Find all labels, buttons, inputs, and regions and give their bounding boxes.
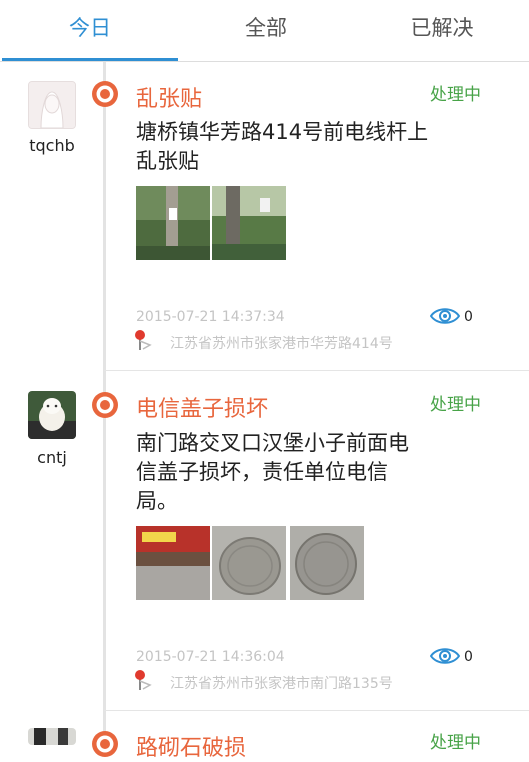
status-badge: 处理中: [430, 85, 481, 105]
report-photo[interactable]: [212, 186, 286, 260]
photo-thumbnail: [212, 526, 286, 600]
photo-thumbnail: [290, 526, 364, 600]
user-avatar-image: [28, 728, 76, 745]
card-divider: [104, 710, 529, 711]
avatar[interactable]: [28, 391, 76, 439]
report-address: 江苏省苏州市张家港市华芳路414号: [170, 336, 393, 352]
report-time: 2015-07-21 14:37:34: [136, 309, 285, 325]
report-photo[interactable]: [136, 526, 210, 600]
camera-category-icon: [92, 731, 118, 757]
location-pin-icon: [135, 330, 152, 350]
view-count: 0: [464, 649, 473, 665]
username: cntj: [37, 448, 67, 467]
report-title[interactable]: 乱张贴: [136, 81, 202, 113]
tab-resolved[interactable]: 已解决: [354, 0, 529, 58]
photo-thumbnail: [212, 186, 286, 260]
report-description: 南门路交叉口汉堡小子前面电信盖子损坏，责任单位电信局。: [136, 431, 409, 513]
report-time: 2015-07-21 14:36:04: [136, 649, 285, 665]
report-title[interactable]: 路砌石破损: [136, 730, 246, 762]
report-photo[interactable]: [136, 186, 210, 260]
status-badge: 处理中: [430, 395, 481, 415]
default-avatar-icon: [29, 82, 75, 128]
location-pin-icon: [135, 670, 152, 690]
avatar[interactable]: [28, 81, 76, 129]
report-description: 塘桥镇华芳路414号前电线杆上乱张贴: [136, 120, 429, 173]
report-title[interactable]: 电信盖子损坏: [136, 391, 268, 423]
report-address: 江苏省苏州市张家港市南门路135号: [170, 676, 393, 692]
photo-thumbnail: [136, 186, 210, 260]
status-badge: 处理中: [430, 733, 481, 753]
username: tqchb: [29, 136, 75, 155]
view-count-icon: [430, 648, 460, 664]
tab-today[interactable]: 今日: [2, 0, 178, 58]
avatar[interactable]: [28, 728, 76, 745]
report-photo[interactable]: [290, 526, 364, 600]
view-count: 0: [464, 309, 473, 325]
tab-bar-border: [0, 61, 529, 62]
camera-category-icon: [92, 81, 118, 107]
card-divider: [104, 370, 529, 371]
report-photo[interactable]: [212, 526, 286, 600]
tab-all[interactable]: 全部: [178, 0, 354, 58]
view-count-icon: [430, 308, 460, 324]
photo-thumbnail: [136, 526, 210, 600]
camera-category-icon: [92, 392, 118, 418]
tab-bar: 今日 全部 已解决: [0, 0, 529, 62]
user-avatar-image: [28, 391, 76, 439]
